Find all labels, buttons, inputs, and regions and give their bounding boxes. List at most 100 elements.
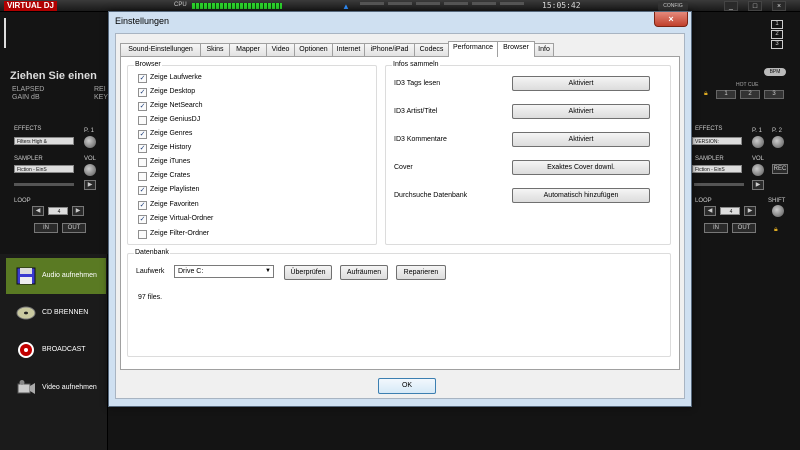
- tab-mapper[interactable]: Mapper: [229, 43, 267, 56]
- tab-options[interactable]: Optionen: [294, 43, 333, 56]
- checkbox-show-favorites[interactable]: ✓: [138, 201, 147, 210]
- checkbox-show-filter-folders[interactable]: [138, 230, 147, 239]
- infos-group-title: Infos sammeln: [392, 61, 440, 68]
- tab-iphone-ipad[interactable]: iPhone/iPad: [364, 43, 415, 56]
- record-video-item[interactable]: Video aufnehmen: [6, 370, 106, 406]
- minimize-button[interactable]: _: [724, 1, 738, 11]
- record-panel: Audio aufnehmen CD BRENNEN BROADCAST Vid…: [0, 254, 108, 450]
- cleanup-database-button[interactable]: Aufräumen: [340, 265, 388, 280]
- option-label: Zeige History: [150, 144, 192, 151]
- tab-video[interactable]: Video: [266, 43, 295, 56]
- chevron-down-icon[interactable]: ▼: [265, 266, 271, 277]
- cover-button[interactable]: Exaktes Cover downl.: [512, 160, 650, 175]
- shift-knob[interactable]: [772, 205, 784, 217]
- lock-icon[interactable]: 🔒︎: [774, 226, 778, 234]
- loop-length-right[interactable]: 4: [720, 207, 740, 215]
- hot-cue-1-button[interactable]: 1: [716, 90, 736, 99]
- loop-length[interactable]: 4: [48, 207, 68, 215]
- sampler-volume-knob[interactable]: [84, 164, 96, 176]
- maximize-button[interactable]: □: [748, 1, 762, 11]
- tab-info[interactable]: Info: [534, 43, 554, 56]
- checkbox-show-crates[interactable]: [138, 172, 147, 181]
- id3-comments-button[interactable]: Aktiviert: [512, 132, 650, 147]
- deck-1-button[interactable]: 1: [771, 20, 783, 29]
- remain-label: REI: [94, 86, 106, 93]
- level-bar: [444, 2, 468, 5]
- burn-cd-label: CD BRENNEN: [42, 309, 89, 316]
- tab-skins[interactable]: Skins: [200, 43, 230, 56]
- broadcast-item[interactable]: BROADCAST: [6, 332, 106, 368]
- sampler-slider[interactable]: [14, 183, 74, 186]
- deck-2-button[interactable]: 2: [771, 30, 783, 39]
- sampler-play-button[interactable]: ▶: [84, 180, 96, 190]
- deck-3-button[interactable]: 3: [771, 40, 783, 49]
- lock-icon[interactable]: 🔒︎: [704, 90, 708, 98]
- ok-button[interactable]: OK: [378, 378, 436, 394]
- effect-param-knob[interactable]: [84, 136, 96, 148]
- loop-prev-button-right[interactable]: ◀: [704, 206, 716, 216]
- option-label: Zeige Virtual-Ordner: [150, 215, 214, 222]
- effect-select-right[interactable]: VERSION:: [692, 137, 742, 145]
- app-logo: VIRTUAL DJ: [4, 1, 57, 11]
- tab-internet[interactable]: Internet: [332, 43, 365, 56]
- option-label: Zeige Filter-Ordner: [150, 230, 210, 237]
- checkbox-show-desktop[interactable]: ✓: [138, 88, 147, 97]
- checkbox-show-netsearch[interactable]: ✓: [138, 102, 147, 111]
- checkbox-show-drives[interactable]: ✓: [138, 74, 147, 83]
- loop-in-button[interactable]: IN: [34, 223, 58, 233]
- clock: 15:05:42: [542, 1, 581, 10]
- id3-artist-title-button[interactable]: Aktiviert: [512, 104, 650, 119]
- loop-next-button-right[interactable]: ▶: [744, 206, 756, 216]
- checkbox-show-virtual-folders[interactable]: ✓: [138, 215, 147, 224]
- checkbox-show-geniusdj[interactable]: [138, 116, 147, 125]
- drive-select[interactable]: Drive C: ▼: [174, 265, 274, 278]
- remain-key-labels: REI KEY: [94, 86, 108, 102]
- hot-cue-2-button[interactable]: 2: [740, 90, 760, 99]
- effect-param1-knob-right[interactable]: [752, 136, 764, 148]
- broadcast-label: BROADCAST: [42, 346, 86, 353]
- broadcast-icon: [18, 342, 34, 358]
- hot-cue-3-button[interactable]: 3: [764, 90, 784, 99]
- tab-codecs[interactable]: Codecs: [414, 43, 449, 56]
- sampler-slider-right[interactable]: [694, 183, 744, 186]
- elapsed-gain-labels: ELAPSED GAIN dB: [12, 86, 44, 102]
- tab-browser[interactable]: Browser: [497, 41, 535, 57]
- deck-heading: Ziehen Sie einen: [10, 70, 97, 82]
- effect-select[interactable]: Filters High &: [14, 137, 74, 145]
- window-close-button[interactable]: ×: [772, 1, 786, 11]
- checkbox-show-itunes[interactable]: [138, 158, 147, 167]
- crossfader-icon[interactable]: ▲: [342, 2, 350, 11]
- id3-artist-title-label: ID3 Artist/Titel: [394, 108, 438, 115]
- loop-out-button[interactable]: OUT: [62, 223, 86, 233]
- sampler-play-button-right[interactable]: ▶: [752, 180, 764, 190]
- tab-performance[interactable]: Performance: [448, 41, 498, 57]
- rec-button[interactable]: REC: [772, 164, 788, 174]
- checkbox-show-playlists[interactable]: ✓: [138, 186, 147, 195]
- shift-label: SHIFT: [768, 198, 786, 204]
- search-database-button[interactable]: Automatisch hinzufügen: [512, 188, 650, 203]
- effect-param2-knob-right[interactable]: [772, 136, 784, 148]
- loop-in-button-right[interactable]: IN: [704, 223, 728, 233]
- sampler-select-right[interactable]: Fiction - EinS: [692, 165, 742, 173]
- checkbox-show-history[interactable]: ✓: [138, 144, 147, 153]
- id3-tags-button[interactable]: Aktiviert: [512, 76, 650, 91]
- gain-label: GAIN dB: [12, 94, 40, 101]
- checkbox-show-genres[interactable]: ✓: [138, 130, 147, 139]
- sampler-volume-knob-right[interactable]: [752, 164, 764, 176]
- deck-selector: 1 2 3: [771, 20, 783, 50]
- record-audio-item[interactable]: Audio aufnehmen: [6, 258, 106, 294]
- repair-database-button[interactable]: Reparieren: [396, 265, 446, 280]
- p2-label-right: P. 2: [772, 128, 782, 134]
- tab-sound-settings[interactable]: Sound-Einstellungen: [120, 43, 201, 56]
- loop-next-button[interactable]: ▶: [72, 206, 84, 216]
- dialog-close-button[interactable]: ×: [654, 12, 688, 27]
- sampler-select[interactable]: Fiction - EinS: [14, 165, 74, 173]
- check-database-button[interactable]: Überprüfen: [284, 265, 332, 280]
- loop-prev-button[interactable]: ◀: [32, 206, 44, 216]
- option-label: Zeige iTunes: [150, 158, 191, 165]
- video-camera-icon: [17, 380, 35, 394]
- loop-out-button-right[interactable]: OUT: [732, 223, 756, 233]
- burn-cd-item[interactable]: CD BRENNEN: [6, 295, 106, 331]
- config-button[interactable]: CONFIG: [658, 1, 688, 11]
- bpm-badge[interactable]: BPM: [764, 68, 786, 76]
